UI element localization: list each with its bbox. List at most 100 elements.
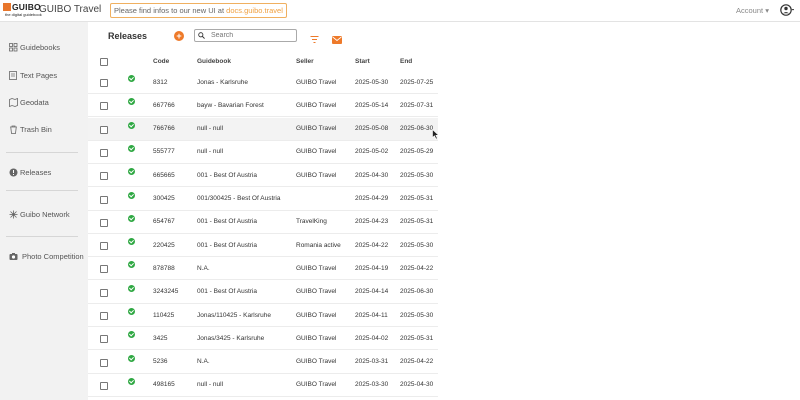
cell-guidebook: null - null (197, 148, 224, 156)
cell-code: 110425 (153, 311, 175, 319)
table-row[interactable]: 667766 bayw - Bavarian Forest GUIBO Travel… (88, 94, 438, 118)
filter-icon[interactable] (310, 31, 319, 43)
table-row[interactable]: 3425 Jonas/3425 - Karlsruhe GUIBO Travel 20… (88, 327, 438, 351)
cell-code: 766766 (153, 125, 175, 133)
table-row[interactable]: 878788 N.A. GUIBO Travel 2025-04-19 2025-04-… (88, 257, 438, 281)
table-row[interactable]: 766766 null - null GUIBO Travel 2025-05-08 2… (88, 117, 438, 141)
cell-guidebook: Jonas/3425 - Karlsruhe (197, 334, 265, 342)
table-row[interactable]: 8312 Jonas - Karlsruhe GUIBO Travel 2025-05… (88, 71, 438, 94)
cell-seller (296, 188, 351, 211)
cell-seller: GUIBO Travel (296, 381, 337, 389)
search-box (194, 29, 297, 42)
logo-tagline: the digital guidebook (5, 12, 42, 17)
sidebar-item-guibo-network[interactable]: Guibo Network (0, 205, 88, 223)
cell-code: 3243245 (153, 288, 179, 296)
cell-end: 2025-07-31 (400, 101, 434, 109)
row-checkbox[interactable] (100, 125, 108, 134)
column-header-end: End (400, 58, 413, 65)
account-circle-icon[interactable] (780, 3, 795, 17)
cell-code: 654767 (153, 218, 175, 226)
column-header-start: Start (355, 58, 370, 65)
cell-code: 220425 (153, 241, 175, 249)
cell-guidebook: 001 - Best Of Austria (197, 288, 257, 296)
row-checkbox[interactable] (100, 381, 108, 390)
row-checkbox[interactable] (100, 218, 108, 227)
status-check-icon (128, 98, 135, 106)
sidebar-item-geodata[interactable]: Geodata (0, 93, 88, 111)
row-checkbox[interactable] (100, 195, 108, 204)
cell-start: 2025-05-02 (355, 148, 389, 156)
grid-icon (9, 42, 18, 52)
row-checkbox[interactable] (100, 335, 108, 344)
cell-seller: GUIBO Travel (296, 264, 337, 272)
cell-code: 665665 (153, 171, 175, 179)
row-checkbox[interactable] (100, 358, 108, 367)
text-page-icon (9, 70, 18, 80)
table-row[interactable]: 110425 Jonas/110425 - Karlsruhe GUIBO Trav… (88, 304, 438, 327)
status-check-icon (128, 144, 135, 152)
mail-icon[interactable] (332, 31, 342, 44)
column-header-code: Code (153, 58, 170, 65)
select-all-checkbox[interactable] (100, 58, 108, 66)
info-notice: Please find infos to our new UI at docs.… (110, 3, 287, 18)
table-row[interactable]: 220425 001 - Best Of Austria Romania activ… (88, 234, 438, 258)
search-icon (198, 32, 205, 39)
table-row[interactable]: 498165 null - null GUIBO Travel 2025-03-30 2… (88, 374, 438, 397)
cell-end: 2025-07-25 (400, 78, 434, 86)
cell-guidebook: Jonas - Karlsruhe (197, 78, 248, 86)
account-menu[interactable]: Account ▾ (736, 6, 769, 15)
table-row[interactable]: 300425 001/300425 - Best Of Austria 2025-0… (88, 188, 438, 211)
sidebar-item-trash-bin[interactable]: Trash Bin (0, 120, 88, 138)
table-row[interactable]: 555777 null - null GUIBO Travel 2025-05-02 2… (88, 141, 438, 164)
row-checkbox[interactable] (100, 265, 108, 274)
cell-end: 2025-05-29 (400, 148, 434, 156)
cell-seller: GUIBO Travel (296, 101, 337, 109)
sidebar-item-text-pages[interactable]: Text Pages (0, 66, 88, 84)
cell-seller: GUIBO Travel (296, 311, 337, 319)
sidebar-item-releases[interactable]: Releases (0, 163, 88, 181)
camera-icon (9, 252, 18, 261)
info-icon (9, 168, 18, 177)
cell-guidebook: N.A. (197, 358, 210, 366)
cell-code: 5236 (153, 358, 168, 366)
column-header-seller: Seller (296, 58, 314, 65)
row-checkbox[interactable] (100, 242, 108, 251)
logo-mark (3, 3, 11, 11)
sidebar-item-label: Releases (20, 167, 52, 177)
sidebar-item-label: Text Pages (20, 70, 58, 80)
table-row[interactable]: 5236 N.A. GUIBO Travel 2025-03-31 2025-04-22 (88, 351, 438, 374)
cell-guidebook: 001 - Best Of Austria (197, 218, 257, 226)
search-input[interactable] (211, 30, 291, 41)
cell-code: 8312 (153, 78, 168, 86)
sidebar-item-photo-competition[interactable]: Photo Competition (0, 247, 88, 265)
cell-end: 2025-05-31 (400, 334, 434, 342)
docs-link[interactable]: docs.guibo.travel (226, 6, 283, 15)
cell-seller: Romania active (296, 241, 341, 249)
row-checkbox[interactable] (100, 312, 108, 320)
network-icon (9, 210, 18, 219)
status-check-icon (128, 238, 135, 246)
row-checkbox[interactable] (100, 172, 108, 181)
cell-seller: GUIBO Travel (296, 288, 337, 296)
row-checkbox[interactable] (100, 102, 108, 111)
table-row[interactable]: 3243245 001 - Best Of Austria GUIBO Travel… (88, 281, 438, 304)
cell-end: 2025-04-30 (400, 381, 434, 389)
table-row[interactable]: 665665 001 - Best Of Austria GUIBO Travel 2… (88, 164, 438, 188)
row-checkbox[interactable] (100, 288, 108, 297)
sidebar: Guidebooks Text Pages Geodata Trash Bin … (0, 22, 88, 400)
sidebar-item-guidebooks[interactable]: Guidebooks (0, 38, 88, 56)
table-row[interactable]: 654767 001 - Best Of Austria TravelKing 202… (88, 211, 438, 234)
cell-code: 667766 (153, 101, 175, 109)
add-release-button[interactable]: + (174, 31, 184, 41)
cell-end: 2025-06-30 (400, 288, 434, 296)
cell-start: 2025-05-08 (355, 125, 389, 133)
cell-seller: GUIBO Travel (296, 125, 337, 133)
row-checkbox[interactable] (100, 79, 108, 87)
trash-icon (9, 125, 18, 134)
sidebar-item-label: Guibo Network (20, 209, 70, 219)
cell-seller: TravelKing (296, 218, 327, 226)
guibo-logo[interactable]: GUIBO the digital guidebook (3, 2, 42, 19)
column-header-guidebook: Guidebook (197, 58, 231, 65)
caret-down-icon: ▾ (763, 6, 769, 15)
row-checkbox[interactable] (100, 148, 108, 157)
